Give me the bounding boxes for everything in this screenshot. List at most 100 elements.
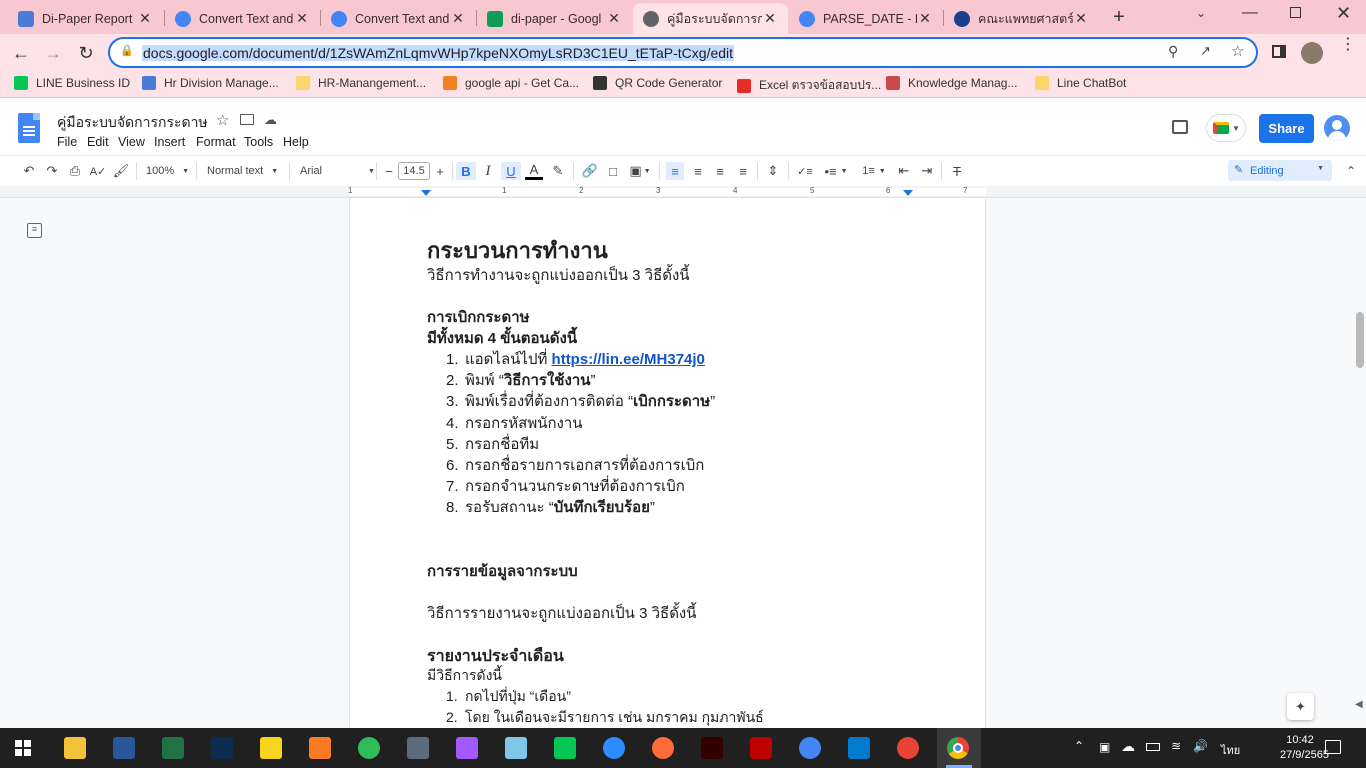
lock-icon[interactable]: 🔒 [120, 44, 134, 57]
close-tab-icon[interactable]: ✕ [762, 10, 778, 27]
browser-tab[interactable]: Convert Text and ✕ [321, 3, 476, 34]
file-explorer-icon[interactable] [64, 737, 86, 759]
spellcheck-icon[interactable]: A✓ [89, 162, 107, 180]
back-icon[interactable]: ← [8, 40, 34, 66]
forward-icon[interactable]: → [40, 40, 66, 66]
new-tab-button[interactable]: + [1108, 6, 1130, 28]
print-icon[interactable]: ⎙ [66, 162, 84, 180]
line-chat-icon[interactable] [358, 737, 380, 759]
minimize-button[interactable]: — [1242, 4, 1258, 22]
wifi-icon[interactable]: ≊ [1171, 739, 1181, 753]
line-link[interactable]: https://lin.ee/MH374j0 [552, 351, 705, 368]
chrome-menu-icon[interactable]: ⋮ [1340, 37, 1356, 53]
insert-image-icon[interactable]: ▣ ▼ [627, 162, 653, 180]
redo-icon[interactable]: ↷ [43, 162, 61, 180]
zoom-select[interactable]: 100% ▼ [146, 162, 190, 180]
line-spacing-icon[interactable]: ⇕ [764, 162, 782, 180]
font-size-input[interactable]: 14.5 [398, 162, 430, 180]
side-panel-icon[interactable] [1272, 45, 1286, 58]
scroll-arrow-icon[interactable]: ◀ [1355, 699, 1363, 710]
highlight-icon[interactable]: ✎ [549, 162, 567, 180]
meet-tray-icon[interactable]: ▣ [1099, 740, 1110, 754]
share-page-icon[interactable]: ↗ [1200, 43, 1211, 59]
font-select[interactable]: Arial ▼ [300, 162, 375, 180]
notifications-icon[interactable] [1325, 740, 1341, 754]
cloud-saved-icon[interactable]: ☁ [264, 112, 277, 128]
figma-icon[interactable] [456, 737, 478, 759]
editing-mode-select[interactable]: ✎ Editing ▼ [1228, 160, 1332, 181]
address-bar[interactable]: 🔒 docs.google.com/document/d/1ZsWAmZnLqm… [108, 37, 1258, 68]
browser-tab[interactable]: คู่มือระบบจัดการกร ✕ [633, 3, 788, 34]
postman-icon[interactable] [652, 737, 674, 759]
menu-edit[interactable]: Edit [87, 135, 109, 149]
word-icon[interactable] [113, 737, 135, 759]
maximize-button[interactable] [1290, 7, 1301, 18]
onedrive-icon[interactable]: ☁ [1121, 738, 1135, 755]
text-color-button[interactable]: A [525, 162, 543, 180]
reload-icon[interactable]: ↻ [73, 40, 99, 66]
close-window-button[interactable]: ✕ [1336, 3, 1351, 24]
bookmark-item[interactable]: LINE Business ID [14, 76, 130, 90]
input-language[interactable]: ไทย [1221, 741, 1240, 759]
bookmark-item[interactable]: google api - Get Ca... [443, 76, 579, 90]
add-comment-icon[interactable]: □ [604, 162, 622, 180]
outline-icon[interactable]: ≡ [27, 223, 42, 238]
menu-help[interactable]: Help [283, 135, 309, 149]
right-indent-marker[interactable] [903, 190, 913, 196]
bookmark-item[interactable]: QR Code Generator [593, 76, 722, 90]
font-size-increase-button[interactable]: + [433, 162, 447, 180]
menu-file[interactable]: File [57, 135, 77, 149]
increase-indent-icon[interactable]: ⇥ [918, 162, 936, 180]
windows-start-icon[interactable] [15, 740, 31, 756]
close-tab-icon[interactable]: ✕ [450, 10, 466, 27]
decrease-indent-icon[interactable]: ⇤ [895, 162, 913, 180]
line-icon[interactable] [554, 737, 576, 759]
bold-button[interactable]: B [456, 162, 476, 180]
align-justify-icon[interactable]: ≡ [734, 162, 752, 180]
star-icon[interactable]: ☆ [216, 111, 229, 129]
sticky-notes-icon[interactable] [260, 737, 282, 759]
bookmark-star-icon[interactable]: ☆ [1231, 42, 1244, 60]
explore-button[interactable]: ✦ [1287, 693, 1314, 720]
profile-avatar[interactable] [1301, 42, 1323, 64]
photoshop-icon[interactable] [211, 737, 233, 759]
collapse-menus-icon[interactable]: ⌃ [1343, 162, 1359, 180]
link-icon[interactable]: 🔗 [581, 162, 599, 180]
docs-logo-icon[interactable] [18, 113, 40, 143]
undo-icon[interactable]: ↶ [20, 162, 38, 180]
taskbar-clock[interactable]: 10:42 27/9/2565 [1280, 733, 1329, 763]
excel-icon[interactable] [162, 737, 184, 759]
chrome-profile-icon[interactable] [897, 737, 919, 759]
browser-tab[interactable]: di-paper - Googl ✕ [477, 3, 632, 34]
filezilla-icon[interactable] [750, 737, 772, 759]
browser-tab[interactable]: คณะแพทยศาสตร์โร✕ [944, 3, 1099, 34]
browser-tab[interactable]: Di-Paper Report ✕ [8, 3, 163, 34]
align-left-icon[interactable]: ≡ [666, 162, 684, 180]
share-button[interactable]: Share [1259, 114, 1314, 143]
italic-button[interactable]: I [479, 162, 497, 180]
illustrator-icon[interactable] [701, 737, 723, 759]
menu-tools[interactable]: Tools [244, 135, 273, 149]
tray-chevron-icon[interactable]: ⌃ [1074, 739, 1084, 753]
bookmark-item[interactable]: HR-Manangement... [296, 76, 426, 90]
align-center-icon[interactable]: ≡ [689, 162, 707, 180]
menu-insert[interactable]: Insert [154, 135, 185, 149]
calculator-icon[interactable] [407, 737, 429, 759]
url-text[interactable]: docs.google.com/document/d/1ZsWAmZnLqmvW… [142, 45, 735, 61]
zoom-icon[interactable]: ⚲ [1168, 43, 1178, 60]
volume-icon[interactable]: 🔊 [1193, 739, 1208, 753]
document-title[interactable]: คู่มือระบบจัดการกระดาษ [57, 112, 208, 134]
xampp-icon[interactable] [309, 737, 331, 759]
comments-icon[interactable] [1172, 120, 1188, 134]
bookmark-item[interactable]: Knowledge Manag... [886, 76, 1017, 90]
chrome-icon[interactable] [799, 737, 821, 759]
close-tab-icon[interactable]: ✕ [1073, 10, 1089, 27]
account-avatar[interactable] [1324, 115, 1350, 141]
left-indent-marker[interactable] [421, 190, 431, 196]
menu-view[interactable]: View [118, 135, 145, 149]
move-folder-icon[interactable] [240, 114, 254, 125]
vscode-icon[interactable] [848, 737, 870, 759]
menu-format[interactable]: Format [196, 135, 236, 149]
clear-formatting-icon[interactable]: T [948, 162, 966, 180]
style-select[interactable]: Normal text ▼ [207, 162, 287, 180]
